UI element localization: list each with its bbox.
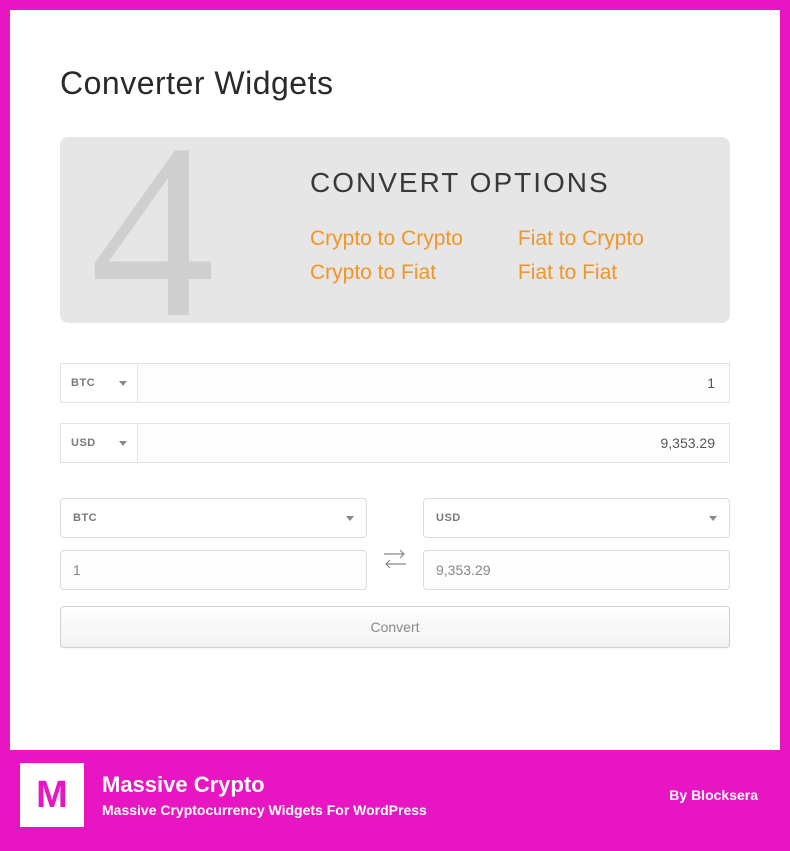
converter1-from-value-input[interactable] <box>138 363 730 403</box>
converter2: BTC <box>60 498 730 648</box>
converter1-from-currency-label: BTC <box>71 377 95 389</box>
caret-down-icon <box>709 516 717 521</box>
converter2-to-col: USD <box>423 498 730 590</box>
converter2-swap[interactable] <box>367 516 423 572</box>
hero-box: 4 CONVERT OPTIONS Crypto to Crypto Crypt… <box>60 137 730 323</box>
caret-down-icon <box>346 516 354 521</box>
converter1-to-currency-select[interactable]: USD <box>60 423 138 463</box>
hero-title: CONVERT OPTIONS <box>310 167 690 199</box>
converter2-from-col: BTC <box>60 498 367 590</box>
hero-content: CONVERT OPTIONS Crypto to Crypto Crypto … <box>310 167 690 285</box>
logo-letter: M <box>36 774 68 817</box>
option-crypto-to-fiat[interactable]: Crypto to Fiat <box>310 261 463 285</box>
converter2-to-value-input[interactable] <box>423 550 730 590</box>
converter1-from-currency-select[interactable]: BTC <box>60 363 138 403</box>
converter2-from-value-input[interactable] <box>60 550 367 590</box>
footer: M Massive Crypto Massive Cryptocurrency … <box>10 750 780 840</box>
outer-frame: Converter Widgets 4 CONVERT OPTIONS Cryp… <box>0 0 790 851</box>
converter2-to-currency-label: USD <box>436 512 461 524</box>
converter2-from-currency-select[interactable]: BTC <box>60 498 367 538</box>
hero-options: Crypto to Crypto Crypto to Fiat Fiat to … <box>310 227 690 285</box>
convert-button[interactable]: Convert <box>60 606 730 648</box>
footer-author: By Blocksera <box>669 787 758 803</box>
converter1-row-from: BTC <box>60 363 730 403</box>
option-crypto-to-crypto[interactable]: Crypto to Crypto <box>310 227 463 251</box>
page-title: Converter Widgets <box>60 65 730 102</box>
footer-title: Massive Crypto <box>102 772 427 798</box>
converter1-row-to: USD <box>60 423 730 463</box>
footer-texts: Massive Crypto Massive Cryptocurrency Wi… <box>102 772 427 818</box>
converter1-to-currency-label: USD <box>71 437 96 449</box>
logo-box: M <box>20 763 84 827</box>
converter1-to-value-input[interactable] <box>138 423 730 463</box>
converter2-top: BTC <box>60 498 730 590</box>
option-fiat-to-fiat[interactable]: Fiat to Fiat <box>518 261 644 285</box>
converter2-from-currency-label: BTC <box>73 512 97 524</box>
main-panel: Converter Widgets 4 CONVERT OPTIONS Cryp… <box>10 10 780 750</box>
option-fiat-to-crypto[interactable]: Fiat to Crypto <box>518 227 644 251</box>
caret-down-icon <box>119 441 127 446</box>
caret-down-icon <box>119 381 127 386</box>
converter2-to-currency-select[interactable]: USD <box>423 498 730 538</box>
hero-number: 4 <box>90 137 215 323</box>
footer-subtitle: Massive Cryptocurrency Widgets For WordP… <box>102 802 427 818</box>
swap-icon <box>380 546 410 572</box>
